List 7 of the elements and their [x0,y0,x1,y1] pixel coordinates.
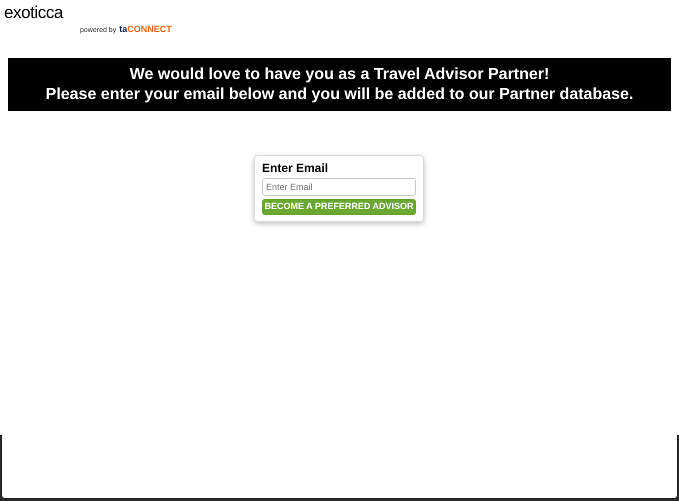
banner-text: Please enter your email below and you will be added to our Partner database. [46,84,634,104]
brand-logo: exoticca [4,3,63,23]
email-label: Enter Email [262,161,328,175]
become-advisor-button[interactable]: BECOME A PREFERRED ADVISOR [262,199,416,215]
partner-logo: taCONNECT [119,23,172,36]
email-field[interactable]: Enter Email [262,178,416,196]
banner-text: We would love to have you as a Travel Advisor Partner! [130,64,550,84]
